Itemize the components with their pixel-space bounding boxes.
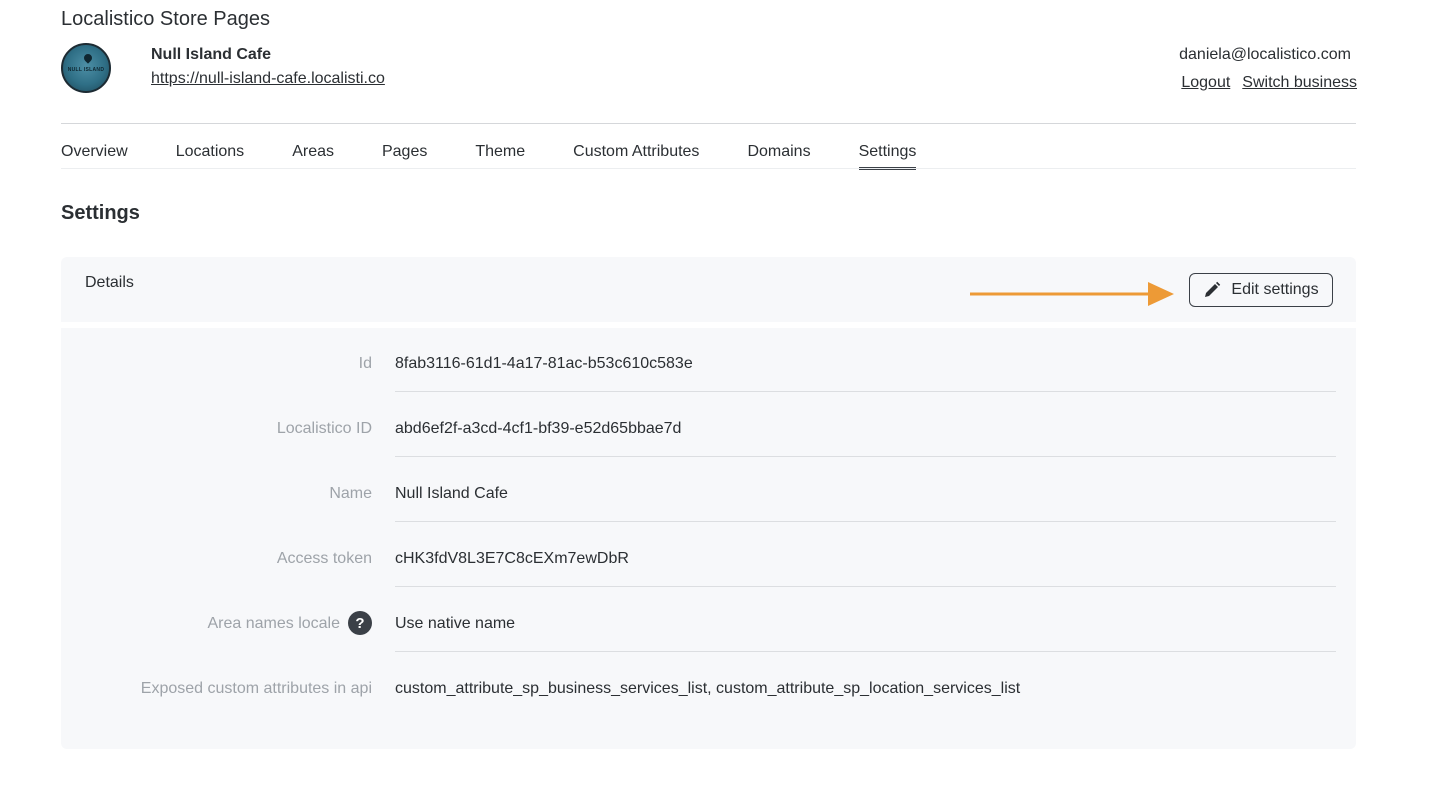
tab-pages[interactable]: Pages [382, 143, 427, 170]
detail-row-id: Id 8fab3116-61d1-4a17-81ac-b53c610c583e [61, 328, 1356, 393]
map-pin-icon [82, 52, 94, 64]
detail-value: Null Island Cafe [395, 485, 508, 502]
details-card-body: Id 8fab3116-61d1-4a17-81ac-b53c610c583e … [61, 328, 1356, 749]
detail-row-localistico-id: Localistico ID abd6ef2f-a3cd-4cf1-bf39-e… [61, 393, 1356, 458]
detail-row-exposed-custom-attributes: Exposed custom attributes in api custom_… [61, 653, 1356, 718]
tabs-divider [61, 168, 1356, 169]
detail-row-name: Name Null Island Cafe [61, 458, 1356, 523]
tab-locations[interactable]: Locations [176, 143, 245, 170]
details-card-title: Details [85, 274, 134, 291]
user-links: Logout Switch business [1181, 74, 1357, 92]
user-email: daniela@localistico.com [1179, 46, 1351, 63]
row-divider [395, 651, 1336, 652]
logout-link[interactable]: Logout [1181, 74, 1230, 92]
detail-row-area-names-locale: Area names locale ? Use native name [61, 588, 1356, 653]
row-divider [395, 456, 1336, 457]
detail-label-wrap: Area names locale ? [207, 611, 372, 635]
detail-label: Id [358, 355, 372, 372]
main-tabs: Overview Locations Areas Pages Theme Cus… [61, 143, 964, 170]
detail-value: cHK3fdV8L3E7C8cEXm7ewDbR [395, 550, 629, 567]
pencil-icon [1205, 281, 1221, 297]
business-url-link[interactable]: https://null-island-cafe.localisti.co [151, 70, 385, 88]
row-divider [395, 391, 1336, 392]
tab-theme[interactable]: Theme [475, 143, 525, 170]
header-divider [61, 123, 1356, 124]
detail-value: Use native name [395, 615, 516, 632]
detail-label: Area names locale [207, 615, 340, 632]
switch-business-link[interactable]: Switch business [1242, 74, 1357, 92]
detail-label: Name [329, 485, 372, 502]
tab-domains[interactable]: Domains [747, 143, 810, 170]
app-title: Localistico Store Pages [61, 8, 271, 30]
detail-label: Localistico ID [276, 420, 372, 437]
business-avatar: NULL ISLAND [61, 43, 111, 93]
edit-settings-button[interactable]: Edit settings [1189, 273, 1333, 307]
detail-value: abd6ef2f-a3cd-4cf1-bf39-e52d65bbae7d [395, 420, 682, 437]
detail-label: Access token [276, 550, 372, 567]
detail-value: 8fab3116-61d1-4a17-81ac-b53c610c583e [395, 355, 693, 372]
arrow-right-icon [970, 282, 1174, 306]
detail-row-access-token: Access token cHK3fdV8L3E7C8cEXm7ewDbR [61, 523, 1356, 588]
row-divider [395, 521, 1336, 522]
tab-areas[interactable]: Areas [292, 143, 334, 170]
question-mark-icon[interactable]: ? [348, 611, 372, 635]
page-title: Settings [61, 202, 140, 224]
detail-label: Exposed custom attributes in api [140, 680, 372, 697]
tab-settings[interactable]: Settings [858, 143, 917, 170]
tab-overview[interactable]: Overview [61, 143, 128, 170]
tab-custom-attributes[interactable]: Custom Attributes [573, 143, 699, 170]
business-name: Null Island Cafe [151, 46, 272, 63]
avatar-logo-text: NULL ISLAND [67, 67, 105, 73]
edit-settings-label: Edit settings [1231, 281, 1319, 298]
detail-value: custom_attribute_sp_business_services_li… [395, 680, 1021, 697]
row-divider [395, 586, 1336, 587]
